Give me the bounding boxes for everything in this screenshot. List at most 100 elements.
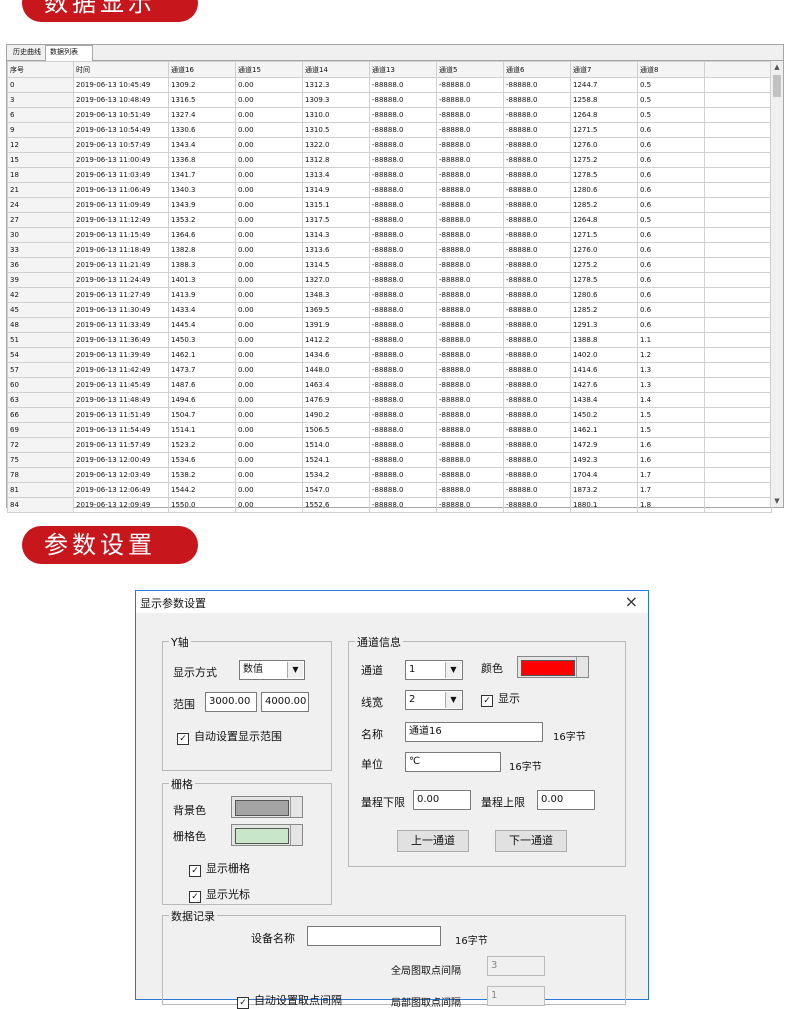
table-row[interactable]: 69 2019-06-13 11:54:49 1514.1 0.00 1506.5 -88… (7, 422, 772, 438)
table-row[interactable]: 60 2019-06-13 11:45:49 1487.6 0.00 1463.4 -88… (7, 377, 772, 393)
device-name-input[interactable] (307, 926, 441, 946)
display-mode-select[interactable]: 数值 ▼ (239, 660, 305, 680)
table-row[interactable]: 36 2019-06-13 11:21:49 1388.3 0.00 1314.5 -88… (7, 257, 772, 273)
bg-color-button[interactable] (231, 796, 303, 818)
scroll-up-arrow-icon[interactable]: ▲ (771, 61, 783, 73)
show-channel-check-icon[interactable]: ✓ (481, 695, 493, 707)
column-header[interactable]: 通道8 (637, 61, 705, 78)
table-cell: 0.00 (235, 317, 303, 333)
table-row[interactable]: 12 2019-06-13 10:57:49 1343.4 0.00 1322.0 -88… (7, 137, 772, 153)
channel-select[interactable]: 1 ▼ (405, 660, 463, 680)
show-cursor-checkbox[interactable]: ✓ 显示光标 (189, 886, 250, 903)
unit-input[interactable]: ℃ (405, 752, 501, 772)
table-row[interactable]: 33 2019-06-13 11:18:49 1382.8 0.00 1313.6 -88… (7, 242, 772, 258)
table-row[interactable]: 0 2019-06-13 10:45:49 1309.2 0.00 1312.3 -888… (7, 77, 772, 93)
show-cursor-check-icon[interactable]: ✓ (189, 891, 201, 903)
column-header[interactable]: 时间 (73, 61, 169, 78)
chevron-down-icon[interactable]: ▼ (445, 692, 461, 708)
global-interval-input[interactable]: 3 (487, 956, 545, 976)
scroll-down-arrow-icon[interactable]: ▼ (771, 495, 783, 507)
scroll-thumb[interactable] (773, 75, 781, 97)
table-row[interactable]: 57 2019-06-13 11:42:49 1473.7 0.00 1448.0 -88… (7, 362, 772, 378)
table-row[interactable]: 30 2019-06-13 11:15:49 1364.6 0.00 1314.3 -88… (7, 227, 772, 243)
table-cell: 1271.5 (570, 227, 638, 243)
table-cell: 1343.4 (168, 137, 236, 153)
range-high-input[interactable]: 0.00 (537, 790, 595, 810)
table-cell: 0.6 (637, 182, 705, 198)
table-row[interactable]: 51 2019-06-13 11:36:49 1450.3 0.00 1412.2 -88… (7, 332, 772, 348)
table-row[interactable]: 3 2019-06-13 10:48:49 1316.5 0.00 1309.3 -888… (7, 92, 772, 108)
line-width-select[interactable]: 2 ▼ (405, 690, 463, 710)
table-row[interactable]: 48 2019-06-13 11:33:49 1445.4 0.00 1391.9 -88… (7, 317, 772, 333)
table-cell: 1.1 (637, 332, 705, 348)
table-cell: -88888.0 (503, 137, 571, 153)
show-grid-check-icon[interactable]: ✓ (189, 865, 201, 877)
table-cell: 2019-06-13 10:54:49 (73, 122, 169, 138)
table-row[interactable]: 21 2019-06-13 11:06:49 1340.3 0.00 1314.9 -88… (7, 182, 772, 198)
table-cell: 24 (7, 197, 74, 213)
table-row[interactable]: 42 2019-06-13 11:27:49 1413.9 0.00 1348.3 -88… (7, 287, 772, 303)
table-cell: 21 (7, 182, 74, 198)
column-header[interactable]: 通道16 (168, 61, 236, 78)
table-row[interactable]: 39 2019-06-13 11:24:49 1401.3 0.00 1327.0 -88… (7, 272, 772, 288)
grid-group-title: 栅格 (169, 776, 195, 792)
range-low-input[interactable]: 0.00 (413, 790, 471, 810)
show-channel-checkbox[interactable]: ✓ 显示 (481, 690, 520, 707)
table-cell: 1506.5 (302, 422, 370, 438)
column-header[interactable]: 通道13 (369, 61, 437, 78)
channel-name-input[interactable]: 通道16 (405, 722, 543, 742)
column-header[interactable] (704, 61, 772, 78)
table-row[interactable]: 72 2019-06-13 11:57:49 1523.2 0.00 1514.0 -88… (7, 437, 772, 453)
table-row[interactable]: 45 2019-06-13 11:30:49 1433.4 0.00 1369.5 -88… (7, 302, 772, 318)
table-row[interactable]: 27 2019-06-13 11:12:49 1353.2 0.00 1317.5 -88… (7, 212, 772, 228)
table-cell (704, 437, 772, 453)
table-row[interactable]: 66 2019-06-13 11:51:49 1504.7 0.00 1490.2 -88… (7, 407, 772, 423)
table-row[interactable]: 78 2019-06-13 12:03:49 1538.2 0.00 1534.2 -88… (7, 467, 772, 483)
table-cell: -88888.0 (436, 437, 504, 453)
column-header[interactable]: 通道15 (235, 61, 303, 78)
table-cell: 1278.5 (570, 272, 638, 288)
grid-color-button[interactable] (231, 824, 303, 846)
table-cell: 2019-06-13 11:12:49 (73, 212, 169, 228)
show-grid-checkbox[interactable]: ✓ 显示栅格 (189, 860, 250, 877)
range-max-input[interactable]: 4000.00 (261, 692, 309, 712)
auto-interval-check-icon[interactable]: ✓ (237, 997, 249, 1009)
auto-interval-checkbox[interactable]: ✓ 自动设置取点间隔 (237, 992, 342, 1009)
prev-channel-button[interactable]: 上一通道 (397, 830, 469, 852)
tab-data-list[interactable]: 数据列表 (45, 45, 93, 61)
table-row[interactable]: 18 2019-06-13 11:03:49 1341.7 0.00 1313.4 -88… (7, 167, 772, 183)
chevron-down-icon[interactable]: ▼ (287, 662, 303, 678)
range-min-input[interactable]: 3000.00 (205, 692, 257, 712)
column-header[interactable]: 通道5 (436, 61, 504, 78)
table-row[interactable]: 54 2019-06-13 11:39:49 1462.1 0.00 1434.6 -88… (7, 347, 772, 363)
table-cell: 1327.0 (302, 272, 370, 288)
table-cell: 1413.9 (168, 287, 236, 303)
table-cell: -88888.0 (369, 362, 437, 378)
table-cell (704, 302, 772, 318)
table-row[interactable]: 81 2019-06-13 12:06:49 1544.2 0.00 1547.0 -88… (7, 482, 772, 498)
auto-range-check-icon[interactable]: ✓ (177, 733, 189, 745)
table-row[interactable]: 6 2019-06-13 10:51:49 1327.4 0.00 1310.0 -888… (7, 107, 772, 123)
table-cell: 0.00 (235, 407, 303, 423)
table-cell: 1.6 (637, 437, 705, 453)
grid-color-label: 栅格色 (173, 830, 206, 843)
table-row[interactable]: 84 2019-06-13 12:09:49 1550.0 0.00 1552.6 -88… (7, 497, 772, 513)
local-interval-input[interactable]: 1 (487, 986, 545, 1006)
column-header[interactable]: 通道14 (302, 61, 370, 78)
vertical-scrollbar[interactable]: ▲ ▼ (770, 61, 783, 507)
table-row[interactable]: 24 2019-06-13 11:09:49 1343.9 0.00 1315.1 -88… (7, 197, 772, 213)
column-header[interactable]: 序号 (7, 61, 74, 78)
table-cell: 0.00 (235, 302, 303, 318)
chevron-down-icon[interactable]: ▼ (445, 662, 461, 678)
next-channel-button[interactable]: 下一通道 (495, 830, 567, 852)
table-row[interactable]: 15 2019-06-13 11:00:49 1336.8 0.00 1312.8 -88… (7, 152, 772, 168)
column-header[interactable]: 通道7 (570, 61, 638, 78)
table-row[interactable]: 63 2019-06-13 11:48:49 1494.6 0.00 1476.9 -88… (7, 392, 772, 408)
auto-range-checkbox[interactable]: ✓ 自动设置显示范围 (177, 728, 282, 745)
table-row[interactable]: 75 2019-06-13 12:00:49 1534.6 0.00 1524.1 -88… (7, 452, 772, 468)
table-cell: 1704.4 (570, 467, 638, 483)
channel-color-button[interactable] (517, 656, 589, 678)
column-header[interactable]: 通道6 (503, 61, 571, 78)
table-row[interactable]: 9 2019-06-13 10:54:49 1330.6 0.00 1310.5 -888… (7, 122, 772, 138)
close-icon[interactable]: × (625, 592, 638, 611)
